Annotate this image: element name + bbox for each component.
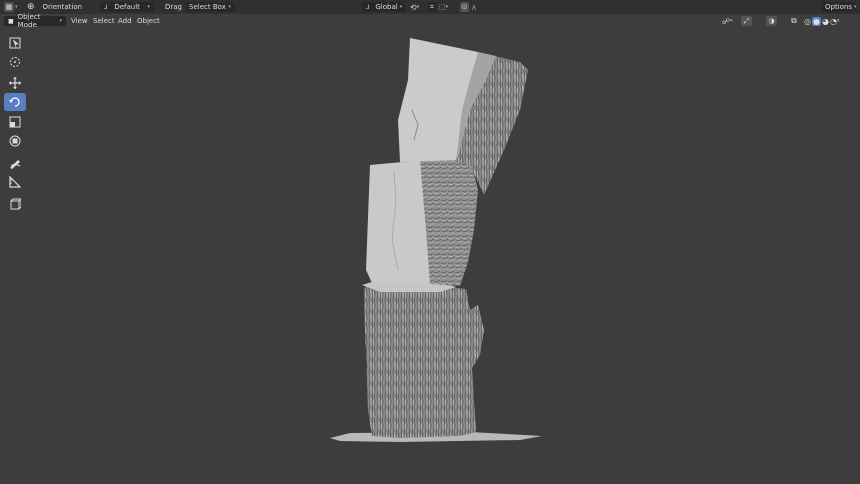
scale-tool[interactable] xyxy=(4,113,26,131)
chevron-down-icon: ▾ xyxy=(445,4,449,10)
log-mesh xyxy=(330,38,542,442)
drag-label: Drag xyxy=(165,3,183,11)
top-header-bar: ▦ ▾ ⊕ Orientation ⅃ Default ▾ Drag Selec… xyxy=(0,0,860,14)
mode-value: Object Mode xyxy=(17,13,41,29)
visibility-icon: ☍ xyxy=(722,16,731,26)
proportional-editing-icon: ⊙ xyxy=(460,2,469,12)
gizmo-icon: ⤢ xyxy=(741,16,752,26)
snap-target-icon: ⬚ xyxy=(439,3,446,11)
measure-tool[interactable] xyxy=(4,173,26,191)
menu-select[interactable]: Select xyxy=(93,16,115,26)
rotate-icon xyxy=(9,97,20,107)
select-box-icon xyxy=(9,37,21,49)
chevron-down-icon: ▾ xyxy=(59,18,62,24)
add-cube-tool[interactable] xyxy=(4,195,26,213)
orientation-widget[interactable]: ⊕ Orientation xyxy=(27,2,82,12)
menu-object[interactable]: Object xyxy=(137,16,160,26)
mode-dropdown[interactable]: ■ Object Mode ▾ xyxy=(4,13,66,29)
orientation-value: Default xyxy=(114,3,140,11)
menu-add[interactable]: Add xyxy=(118,16,132,26)
chevron-down-icon: ▾ xyxy=(15,4,18,10)
chevron-down-icon: ▾ xyxy=(416,4,420,10)
gizmo-toggle[interactable]: ⤢ xyxy=(741,16,752,26)
move-tool[interactable] xyxy=(4,74,26,92)
xray-icon: ⧉ xyxy=(791,16,797,25)
falloff-dropdown[interactable]: ∧ xyxy=(471,2,477,12)
transform-orientation-value: Global xyxy=(375,3,398,11)
menu-view[interactable]: View xyxy=(71,16,88,26)
cursor-icon xyxy=(10,57,20,67)
editor-type-button[interactable]: ▦ ▾ xyxy=(4,2,18,12)
material-shading-icon[interactable]: ◕ xyxy=(822,17,829,26)
drag-value: Select Box xyxy=(189,3,226,11)
snap-target-dropdown[interactable]: ⬚ ▾ xyxy=(439,2,448,12)
transform-orientation-dropdown[interactable]: ⅃ Global ▾ xyxy=(362,2,406,12)
pivot-point-icon: ⟲ xyxy=(410,2,417,12)
wireframe-shading-icon[interactable]: ◎ xyxy=(804,17,811,26)
axis-icon: ⅃ xyxy=(104,3,108,11)
options-label: Options xyxy=(825,3,853,11)
chevron-down-icon: ▾ xyxy=(399,4,403,10)
object-mode-icon: ■ xyxy=(8,17,14,25)
options-dropdown[interactable]: Options ▾ xyxy=(822,2,857,12)
global-axis-icon: ⅃ xyxy=(366,3,370,11)
cursor-tool[interactable] xyxy=(4,53,26,71)
select-box-tool[interactable] xyxy=(4,34,26,52)
visibility-dropdown[interactable]: ☍ ▾ xyxy=(722,16,733,26)
chevron-down-icon: ▾ xyxy=(730,18,733,24)
orientation-dropdown[interactable]: ⅃ Default ▾ xyxy=(100,2,154,12)
chevron-down-icon[interactable]: ▾ xyxy=(837,18,840,24)
snap-icon: ⌗ xyxy=(428,2,436,12)
move-icon xyxy=(9,77,21,89)
scale-icon xyxy=(9,116,21,128)
shading-buttons: ◎ ● ◕ ◔ ▾ xyxy=(804,16,839,26)
proportional-editing-toggle[interactable]: ⊙ xyxy=(460,2,469,12)
drag-dropdown[interactable]: Select Box ▾ xyxy=(185,2,235,12)
overlays-toggle[interactable]: ◑ xyxy=(766,16,777,26)
transform-tool[interactable] xyxy=(4,132,26,150)
overlays-icon: ◑ xyxy=(766,16,777,26)
snap-toggle[interactable]: ⌗ xyxy=(428,2,436,12)
3d-viewport[interactable] xyxy=(0,28,860,482)
xray-toggle[interactable]: ⧉ xyxy=(791,16,797,26)
transform-icon xyxy=(9,135,21,147)
orientation-label: Orientation xyxy=(42,3,83,11)
rotate-tool[interactable] xyxy=(4,93,26,111)
measure-icon xyxy=(9,176,21,188)
solid-shading-icon[interactable]: ● xyxy=(811,16,821,26)
annotate-tool[interactable] xyxy=(4,154,26,172)
pivot-point-dropdown[interactable]: ⟲ ▾ xyxy=(410,2,419,12)
add-cube-icon xyxy=(10,198,21,210)
transform-orientation-icon: ⊕ xyxy=(27,2,35,12)
viewport-header: ■ Object Mode ▾ View Select Add Object ☍… xyxy=(0,13,860,29)
chevron-down-icon: ▾ xyxy=(147,4,150,10)
annotate-icon xyxy=(10,160,21,169)
viewport-editor-icon: ▦ xyxy=(4,2,14,12)
rendered-shading-icon[interactable]: ◔ xyxy=(830,17,837,26)
chevron-down-icon: ▾ xyxy=(228,4,231,10)
falloff-icon: ∧ xyxy=(471,2,477,12)
chevron-down-icon: ▾ xyxy=(854,4,857,10)
